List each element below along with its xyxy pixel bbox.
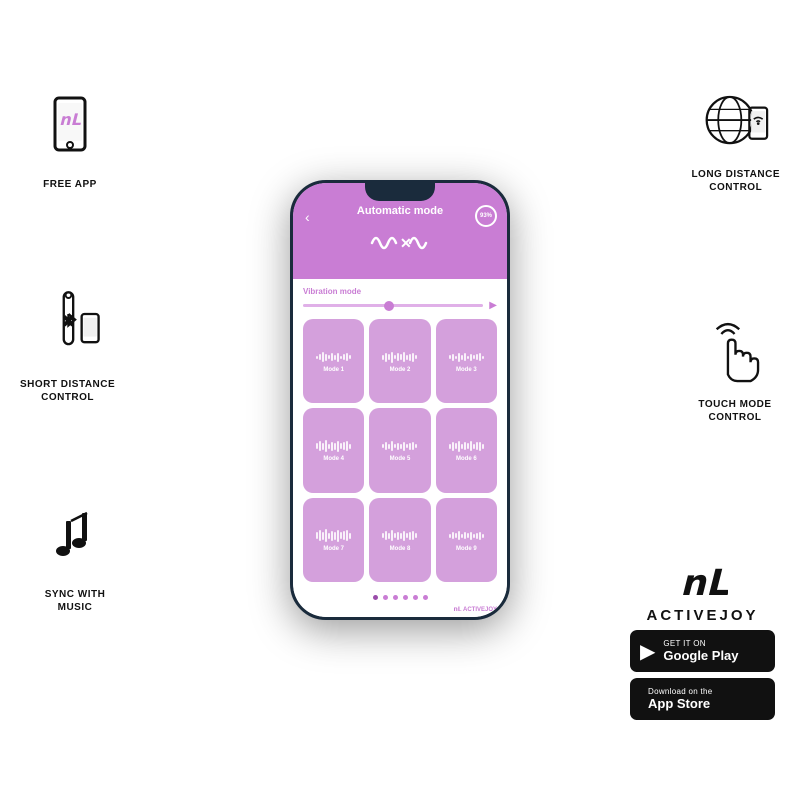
mode-label-1: Mode 1: [323, 367, 344, 373]
phone-notch: [365, 183, 435, 201]
mode-label-4: Mode 4: [323, 456, 344, 462]
google-play-line1: GET IT ON: [663, 639, 738, 648]
mode-button-9[interactable]: Mode 9: [436, 498, 497, 582]
sync-music-label: SYNC WITHMUSIC: [45, 588, 106, 614]
mode-button-1[interactable]: Mode 1: [303, 319, 364, 403]
mode-button-6[interactable]: Mode 6: [436, 408, 497, 492]
mode-button-5[interactable]: Mode 5: [369, 408, 430, 492]
brand-name: ACTIVEJOY: [646, 607, 758, 624]
feature-touch-mode: TOUCH MODECONTROL: [695, 310, 775, 424]
mode-label-9: Mode 9: [456, 546, 477, 552]
mode-label-2: Mode 2: [390, 367, 411, 373]
brand-logo-container: 𝗻𝗟: [678, 563, 728, 601]
app-store-text: Download on the App Store: [648, 687, 713, 711]
app-store-badge[interactable]: Download on the App Store: [630, 678, 775, 720]
mode-grid: Mode 1 Mode 2 Mode 3 Mode 4 Mode 5 Mode 6 Mode…: [303, 319, 497, 582]
sync-music-icon: [35, 500, 115, 580]
google-play-line2: Google Play: [663, 648, 738, 663]
dot-4[interactable]: [403, 595, 408, 600]
phone-mockup: ‹ 93% Automatic mode ✕ V: [290, 180, 510, 620]
free-app-icon: 𝗻𝗟: [30, 90, 110, 170]
slider-row: ▶: [303, 300, 497, 311]
vibration-mode-label: Vibration mode: [303, 287, 497, 296]
google-play-badge[interactable]: ▶ GET IT ON Google Play: [630, 630, 775, 672]
dot-1[interactable]: [373, 595, 378, 600]
back-arrow-icon: ‹: [305, 209, 310, 225]
vibration-icon: ✕: [370, 229, 430, 257]
svg-text:𝗻𝗟: 𝗻𝗟: [59, 112, 81, 129]
brand-logo-icon: 𝗻𝗟: [678, 563, 728, 601]
google-play-icon: ▶: [640, 639, 655, 664]
feature-sync-music: SYNC WITHMUSIC: [35, 500, 115, 614]
dot-5[interactable]: [413, 595, 418, 600]
short-distance-icon: ✖: [28, 290, 108, 370]
mode-label-5: Mode 5: [390, 456, 411, 462]
feature-free-app: 𝗻𝗟 FREE APP: [30, 90, 110, 191]
screen-title: Automatic mode: [357, 205, 443, 217]
feature-short-distance: ✖ SHORT DISTANCECONTROL: [20, 290, 115, 404]
page-container: 𝗻𝗟 FREE APP ✖ SHORT DISTANCECONTROL: [0, 0, 800, 800]
free-app-label: FREE APP: [43, 178, 97, 191]
mode-button-8[interactable]: Mode 8: [369, 498, 430, 582]
app-store-line2: App Store: [648, 696, 713, 711]
touch-mode-icon: [695, 310, 775, 390]
svg-text:𝗻𝗟: 𝗻𝗟: [680, 563, 728, 601]
short-distance-label: SHORT DISTANCECONTROL: [20, 378, 115, 404]
mode-button-2[interactable]: Mode 2: [369, 319, 430, 403]
phone-body: ‹ 93% Automatic mode ✕ V: [290, 180, 510, 620]
long-distance-label: LONG DISTANCECONTROL: [691, 168, 780, 194]
brand-section: 𝗻𝗟 ACTIVEJOY ▶ GET IT ON Google Play Dow…: [630, 563, 775, 720]
feature-long-distance: LONG DISTANCECONTROL: [691, 80, 780, 194]
mode-button-7[interactable]: Mode 7: [303, 498, 364, 582]
mode-button-4[interactable]: Mode 4: [303, 408, 364, 492]
screen-dots: [293, 590, 507, 604]
phone-screen: ‹ 93% Automatic mode ✕ V: [293, 183, 507, 617]
battery-indicator: 93%: [475, 205, 497, 227]
dot-2[interactable]: [383, 595, 388, 600]
slider-thumb: [384, 301, 394, 311]
app-store-line1: Download on the: [648, 687, 713, 696]
long-distance-icon: [696, 80, 776, 160]
mode-label-7: Mode 7: [323, 546, 344, 552]
google-play-text: GET IT ON Google Play: [663, 639, 738, 663]
play-icon: ▶: [489, 300, 497, 311]
screen-content: Vibration mode ▶ Mode 1Mode 2Mode 3Mode …: [293, 279, 507, 590]
mode-label-6: Mode 6: [456, 456, 477, 462]
touch-mode-label: TOUCH MODECONTROL: [698, 398, 771, 424]
mode-label-3: Mode 3: [456, 367, 477, 373]
mode-label-8: Mode 8: [390, 546, 411, 552]
mode-button-3[interactable]: Mode 3: [436, 319, 497, 403]
dot-6[interactable]: [423, 595, 428, 600]
screen-brand: 𝗻𝗟 ACTIVEJOY: [293, 604, 507, 617]
dot-3[interactable]: [393, 595, 398, 600]
slider-track[interactable]: [303, 304, 483, 307]
